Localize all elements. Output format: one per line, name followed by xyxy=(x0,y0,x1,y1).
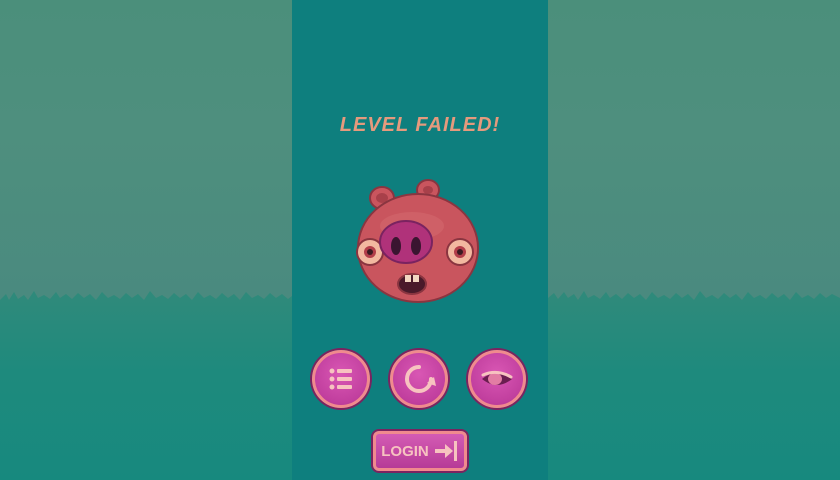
restart-icon xyxy=(405,365,436,393)
level-failed-panel: LEVEL FAILED! LOGIN xyxy=(292,0,548,480)
skip-level-button[interactable] xyxy=(468,350,526,408)
ground xyxy=(548,300,840,480)
level-failed-title: LEVEL FAILED! xyxy=(339,114,501,136)
login-label: LOGIN xyxy=(381,442,429,460)
level-menu-button[interactable] xyxy=(312,350,370,408)
ground xyxy=(0,300,292,480)
sky xyxy=(0,0,292,300)
sky xyxy=(548,0,840,300)
background-right xyxy=(548,0,840,480)
sad-pig-icon xyxy=(356,179,479,303)
eye-slash-icon xyxy=(481,370,513,385)
login-button[interactable]: LOGIN xyxy=(373,431,467,471)
login-arrow-icon xyxy=(434,441,457,461)
restart-button[interactable] xyxy=(390,350,448,408)
background-left xyxy=(0,0,292,480)
level-list-icon xyxy=(329,368,352,390)
